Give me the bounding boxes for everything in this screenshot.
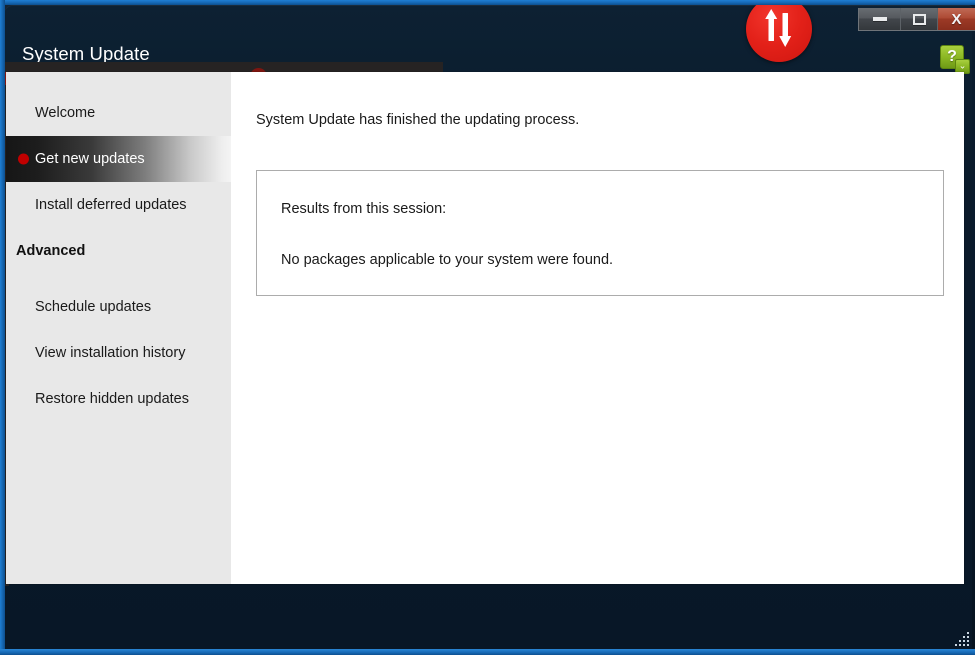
sidebar-item-label: Install deferred updates: [35, 197, 187, 213]
maximize-icon: [912, 13, 926, 25]
results-panel: Results from this session: No packages a…: [256, 170, 944, 296]
desktop-bottom-border: [0, 649, 975, 655]
system-update-dialog: Welcome Get new updates Install deferred…: [6, 72, 964, 584]
screen: System Update X ? ⌄ Welcome Get new upda…: [0, 0, 975, 655]
sidebar-item-label: Schedule updates: [35, 299, 152, 315]
sidebar-item-view-installation-history[interactable]: View installation history: [6, 330, 231, 376]
desktop-left-border: [0, 0, 5, 655]
sidebar-item-welcome[interactable]: Welcome: [6, 90, 231, 136]
minimize-button[interactable]: [859, 8, 901, 30]
resize-grip[interactable]: [955, 632, 971, 648]
window-title: System Update: [22, 43, 150, 64]
desktop-top-border: [0, 0, 975, 5]
sidebar-section-label: Advanced: [16, 243, 86, 259]
sidebar-section-advanced: Advanced: [6, 228, 231, 274]
selected-bullet-icon: [18, 153, 29, 165]
sidebar-item-install-deferred-updates[interactable]: Install deferred updates: [6, 182, 231, 228]
sidebar-item-label: Restore hidden updates: [35, 391, 189, 407]
sync-update-icon: [746, 0, 812, 62]
close-button[interactable]: X: [938, 8, 975, 30]
chevron-down-icon: ⌄: [958, 60, 967, 71]
results-message: No packages applicable to your system we…: [281, 252, 614, 268]
main-content: System Update has finished the updating …: [231, 72, 964, 584]
sidebar-item-label: Welcome: [35, 105, 96, 121]
sidebar-item-label: Get new updates: [35, 151, 145, 167]
sidebar-item-restore-hidden-updates[interactable]: Restore hidden updates: [6, 376, 231, 422]
window-controls: X: [858, 8, 975, 31]
sidebar-item-schedule-updates[interactable]: Schedule updates: [6, 284, 231, 330]
sidebar-navigation: Welcome Get new updates Install deferred…: [6, 72, 231, 584]
minimize-icon: [872, 17, 887, 21]
sidebar-item-label: View installation history: [35, 345, 186, 361]
close-icon: X: [951, 10, 962, 28]
results-title: Results from this session:: [281, 201, 447, 217]
maximize-button[interactable]: [901, 8, 938, 30]
sidebar-item-get-new-updates[interactable]: Get new updates: [6, 136, 231, 182]
status-message: System Update has finished the updating …: [256, 112, 580, 128]
